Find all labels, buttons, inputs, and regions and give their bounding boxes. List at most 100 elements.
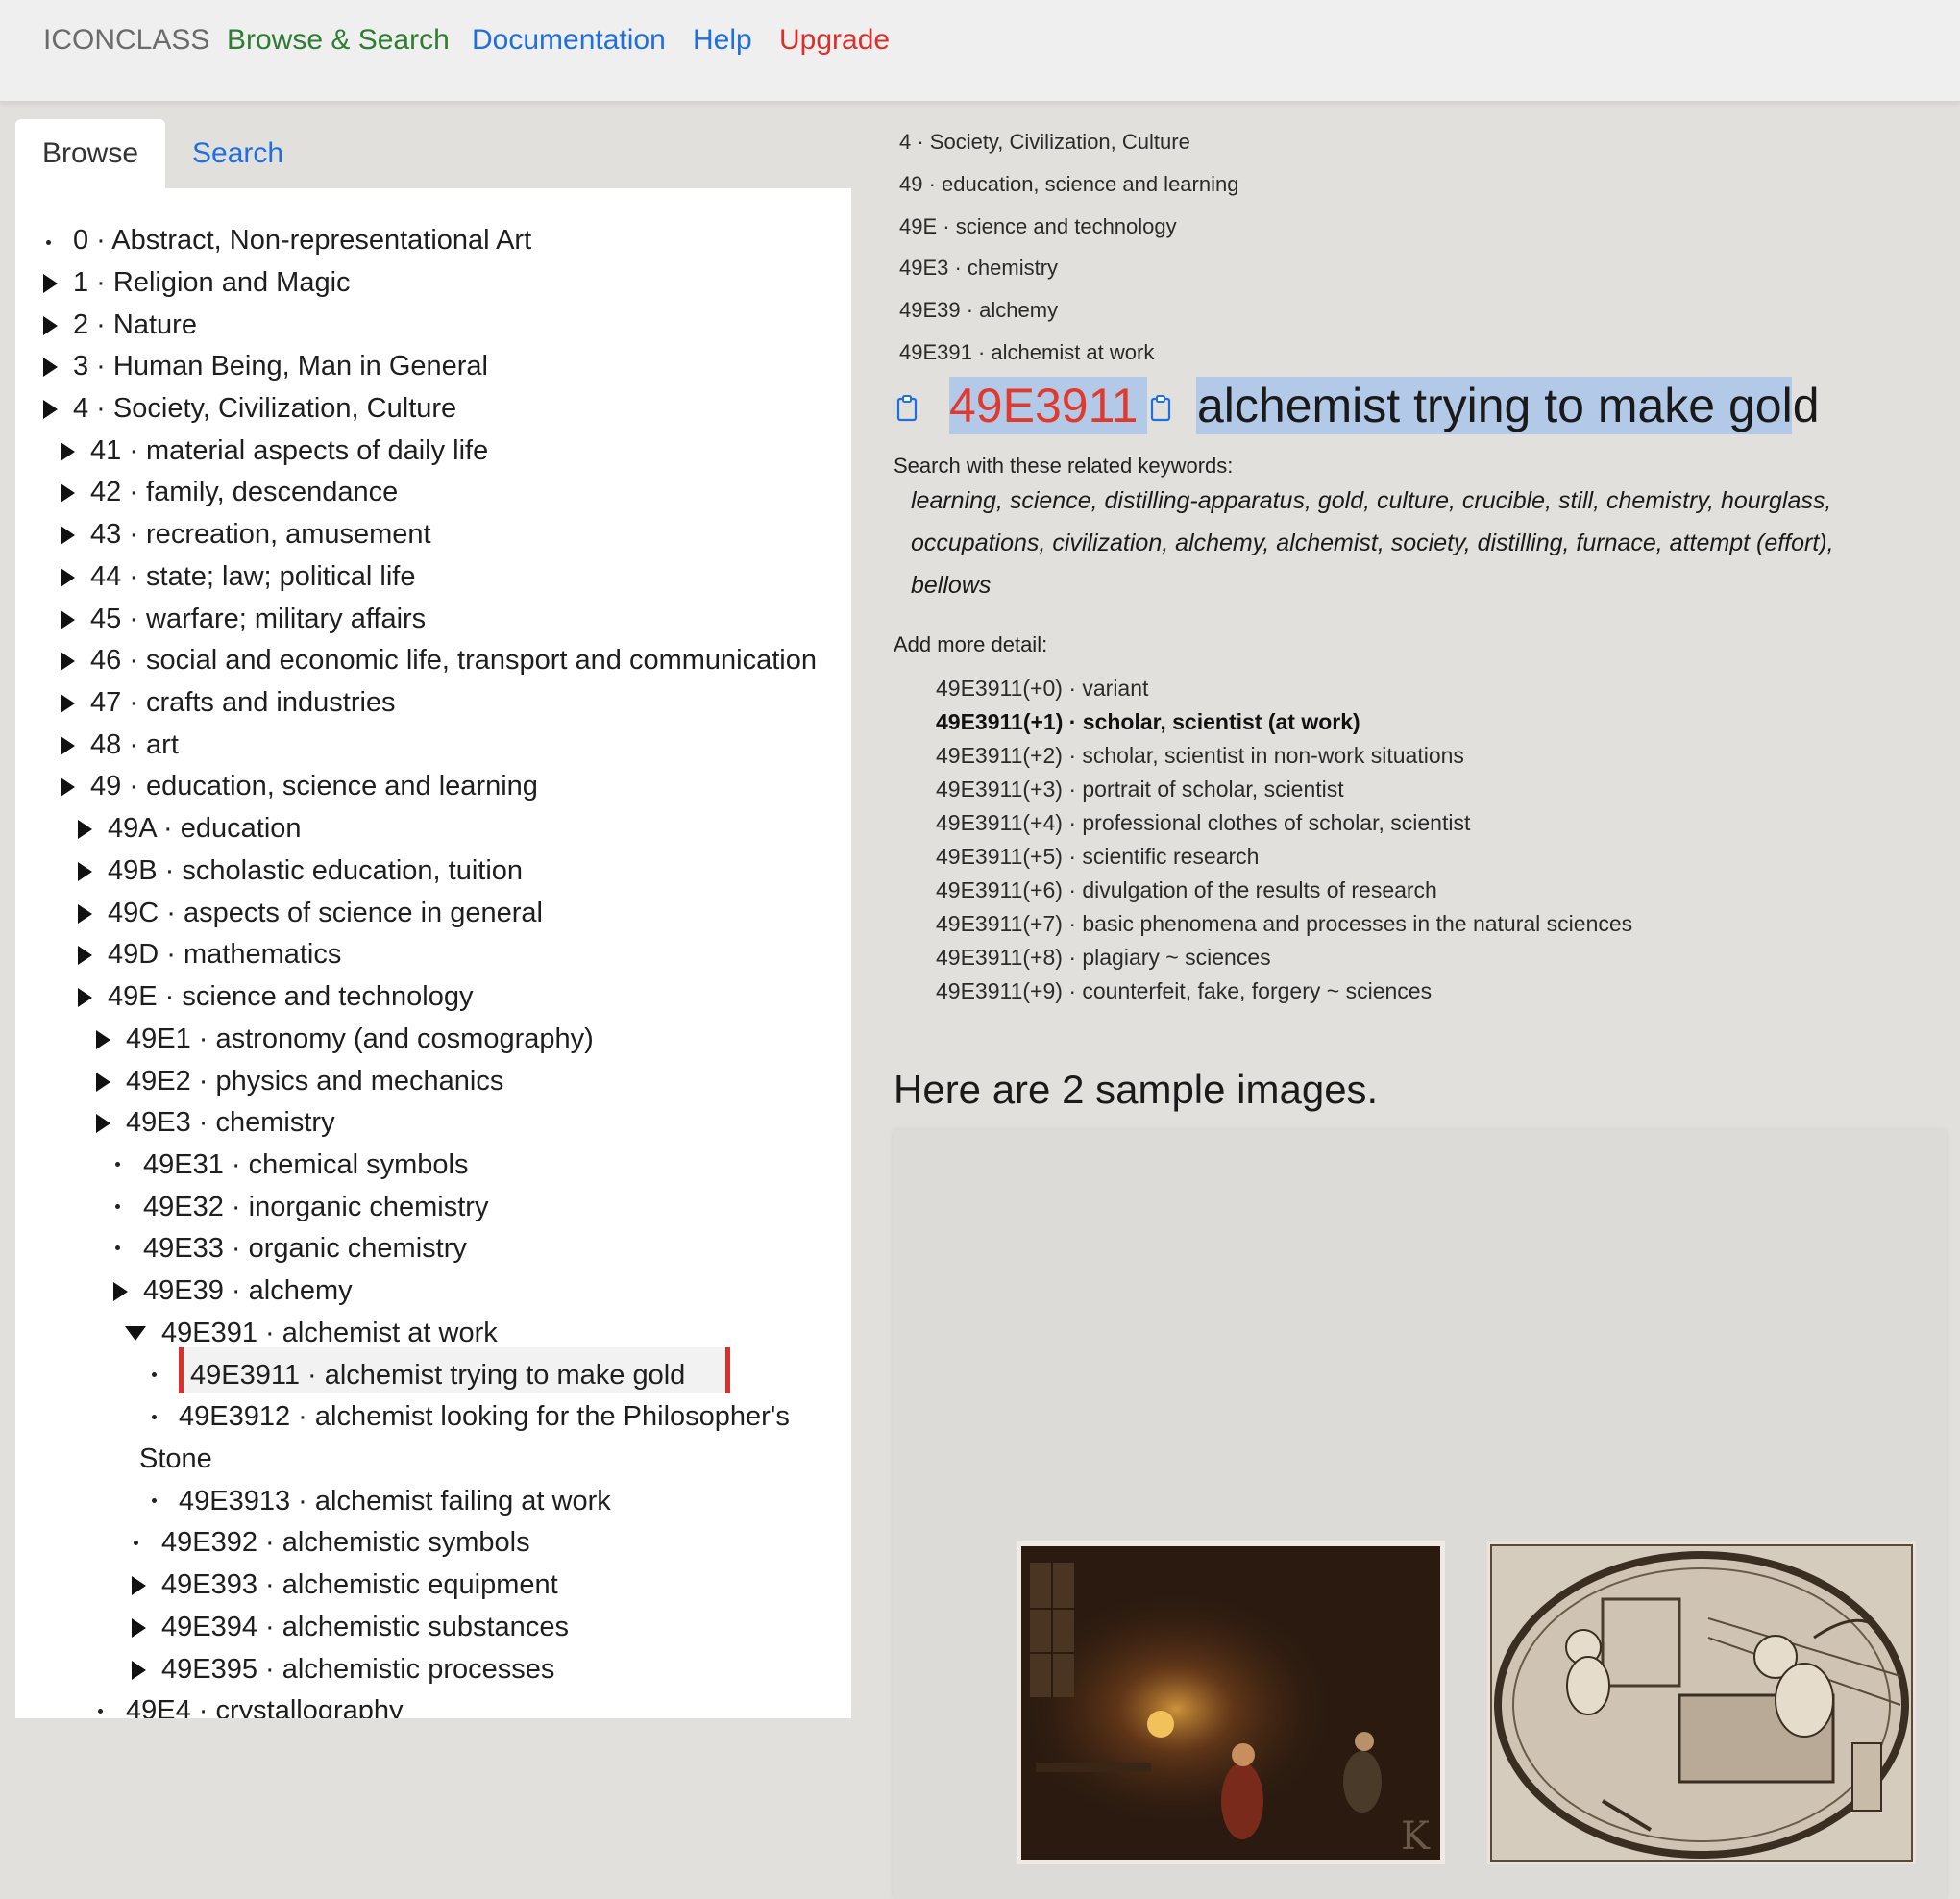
- expand-triangle-icon[interactable]: [132, 1618, 146, 1638]
- breadcrumb-item[interactable]: 49E39 · alchemy: [899, 296, 1058, 325]
- tree-item[interactable]: 49E392 · alchemistic symbols: [161, 1524, 530, 1561]
- expand-triangle-icon[interactable]: [61, 777, 75, 797]
- leaf-bullet-icon: [115, 1245, 120, 1250]
- tree-item[interactable]: 49E3913 · alchemist failing at work: [179, 1483, 611, 1519]
- detail-key-item[interactable]: 49E3911(+5) · scientific research: [936, 840, 1259, 873]
- expand-triangle-icon[interactable]: [43, 274, 58, 293]
- tree-item[interactable]: 49E2 · physics and mechanics: [126, 1063, 503, 1099]
- detail-key-item[interactable]: 49E3911(+7) · basic phenomena and proces…: [936, 907, 1632, 940]
- expand-triangle-icon[interactable]: [61, 736, 75, 755]
- notation-title: alchemist trying to make gold: [1197, 379, 1820, 432]
- tree-item[interactable]: 49E395 · alchemistic processes: [161, 1651, 554, 1688]
- tree-item[interactable]: 49A · education: [108, 810, 302, 847]
- tab-browse[interactable]: Browse: [15, 119, 165, 188]
- sample-image-painting[interactable]: K: [1017, 1541, 1445, 1864]
- expand-triangle-icon[interactable]: [61, 442, 75, 461]
- tree-item[interactable]: 0 · Abstract, Non-representational Art: [73, 222, 531, 259]
- top-navbar: ICONCLASS Browse & Search Documentation …: [0, 0, 1960, 103]
- tree-item[interactable]: 42 · family, descendance: [90, 474, 398, 510]
- tree-item[interactable]: 49E39 · alchemy: [143, 1272, 353, 1309]
- tree-item[interactable]: 49B · scholastic education, tuition: [108, 852, 523, 889]
- tree-item[interactable]: 49E32 · inorganic chemistry: [143, 1189, 488, 1225]
- leaf-bullet-icon: [152, 1498, 157, 1503]
- tree-item[interactable]: 4 · Society, Civilization, Culture: [73, 390, 456, 427]
- leaf-bullet-icon: [115, 1162, 120, 1167]
- keywords-list[interactable]: learning, science, distilling-apparatus,…: [911, 480, 1910, 606]
- detail-key-item[interactable]: 49E3911(+6) · divulgation of the results…: [936, 874, 1437, 906]
- nav-browse-search[interactable]: Browse & Search: [227, 21, 450, 60]
- detail-key-item[interactable]: 49E3911(+9) · counterfeit, fake, forgery…: [936, 974, 1432, 1007]
- brand-logo[interactable]: ICONCLASS: [43, 21, 209, 60]
- tree-item[interactable]: 2 · Nature: [73, 307, 197, 343]
- expand-triangle-icon[interactable]: [78, 820, 92, 839]
- tree-item[interactable]: 44 · state; law; political life: [90, 558, 415, 595]
- expand-triangle-icon[interactable]: [43, 400, 58, 419]
- collapse-triangle-icon[interactable]: [125, 1326, 146, 1341]
- tree-item[interactable]: 49E1 · astronomy (and cosmography): [126, 1021, 594, 1057]
- expand-triangle-icon[interactable]: [61, 652, 75, 671]
- tree-item[interactable]: 48 · art: [90, 727, 179, 763]
- expand-triangle-icon[interactable]: [132, 1576, 146, 1595]
- breadcrumb-item[interactable]: 49E391 · alchemist at work: [899, 338, 1154, 367]
- tree-item[interactable]: 1 · Religion and Magic: [73, 264, 351, 301]
- tree-item-continuation[interactable]: Stone: [139, 1441, 212, 1477]
- nav-help[interactable]: Help: [693, 21, 752, 60]
- nav-documentation[interactable]: Documentation: [472, 21, 666, 60]
- sample-image-engraving[interactable]: [1487, 1541, 1916, 1864]
- tree-item[interactable]: 49D · mathematics: [108, 936, 341, 973]
- expand-triangle-icon[interactable]: [132, 1661, 146, 1680]
- copy-clipboard-icon[interactable]: [1150, 395, 1171, 422]
- detail-key-item[interactable]: 49E3911(+4) · professional clothes of sc…: [936, 806, 1470, 839]
- detail-key-item[interactable]: 49E3911(+0) · variant: [936, 672, 1148, 704]
- expand-triangle-icon[interactable]: [113, 1282, 128, 1301]
- expand-triangle-icon[interactable]: [78, 988, 92, 1007]
- tree-item[interactable]: 49E33 · organic chemistry: [143, 1230, 467, 1267]
- tree-item[interactable]: 43 · recreation, amusement: [90, 516, 431, 553]
- tab-search[interactable]: Search: [192, 119, 283, 188]
- detail-key-item[interactable]: 49E3911(+3) · portrait of scholar, scien…: [936, 773, 1344, 805]
- tree-item[interactable]: 49E3912 · alchemist looking for the Phil…: [179, 1398, 790, 1435]
- tree-item[interactable]: 49E4 · crystallography: [126, 1692, 404, 1718]
- tree-item-selected[interactable]: 49E3911 · alchemist trying to make gold: [190, 1357, 685, 1393]
- leaf-bullet-icon: [134, 1541, 138, 1545]
- expand-triangle-icon[interactable]: [61, 568, 75, 587]
- expand-triangle-icon[interactable]: [96, 1073, 110, 1092]
- expand-triangle-icon[interactable]: [43, 358, 58, 377]
- tree-item[interactable]: 49E394 · alchemistic substances: [161, 1609, 569, 1645]
- breadcrumb-item[interactable]: 4 · Society, Civilization, Culture: [899, 128, 1190, 157]
- tree-item[interactable]: 49E393 · alchemistic equipment: [161, 1566, 558, 1603]
- tree-item[interactable]: 41 · material aspects of daily life: [90, 432, 488, 469]
- tree-item[interactable]: 49E · science and technology: [108, 978, 473, 1015]
- notation-code: 49E3911: [949, 379, 1139, 432]
- tree-item[interactable]: 49E31 · chemical symbols: [143, 1147, 468, 1183]
- tree-item[interactable]: 49C · aspects of science in general: [108, 895, 543, 931]
- detail-key-item[interactable]: 49E3911(+2) · scholar, scientist in non-…: [936, 739, 1464, 772]
- tree-item[interactable]: 49 · education, science and learning: [90, 768, 538, 804]
- expand-triangle-icon[interactable]: [61, 526, 75, 545]
- breadcrumb-item[interactable]: 49 · education, science and learning: [899, 170, 1238, 199]
- breadcrumb-item[interactable]: 49E3 · chemistry: [899, 254, 1058, 283]
- tree-item[interactable]: 49E391 · alchemist at work: [161, 1315, 498, 1351]
- samples-heading: Here are 2 sample images.: [894, 1067, 1379, 1112]
- leaf-bullet-icon: [152, 1372, 157, 1377]
- expand-triangle-icon[interactable]: [43, 316, 58, 335]
- expand-triangle-icon[interactable]: [78, 904, 92, 924]
- detail-key-item[interactable]: 49E3911(+1) · scholar, scientist (at wor…: [936, 705, 1360, 738]
- detail-key-item[interactable]: 49E3911(+8) · plagiary ~ sciences: [936, 941, 1271, 974]
- tree-item[interactable]: 49E3 · chemistry: [126, 1104, 335, 1141]
- expand-triangle-icon[interactable]: [61, 694, 75, 713]
- expand-triangle-icon[interactable]: [61, 483, 75, 503]
- tree-item[interactable]: 45 · warfare; military affairs: [90, 601, 426, 637]
- tree-item[interactable]: 3 · Human Being, Man in General: [73, 348, 488, 384]
- expand-triangle-icon[interactable]: [78, 946, 92, 965]
- nav-upgrade[interactable]: Upgrade: [779, 21, 890, 60]
- expand-triangle-icon[interactable]: [61, 610, 75, 629]
- expand-triangle-icon[interactable]: [78, 862, 92, 881]
- tree-item[interactable]: 47 · crafts and industries: [90, 684, 396, 721]
- copy-clipboard-icon[interactable]: [896, 395, 918, 422]
- expand-triangle-icon[interactable]: [96, 1114, 110, 1133]
- tree-item[interactable]: 46 · social and economic life, transport…: [90, 642, 817, 678]
- leaf-bullet-icon: [152, 1415, 157, 1419]
- breadcrumb-item[interactable]: 49E · science and technology: [899, 212, 1177, 241]
- expand-triangle-icon[interactable]: [96, 1030, 110, 1049]
